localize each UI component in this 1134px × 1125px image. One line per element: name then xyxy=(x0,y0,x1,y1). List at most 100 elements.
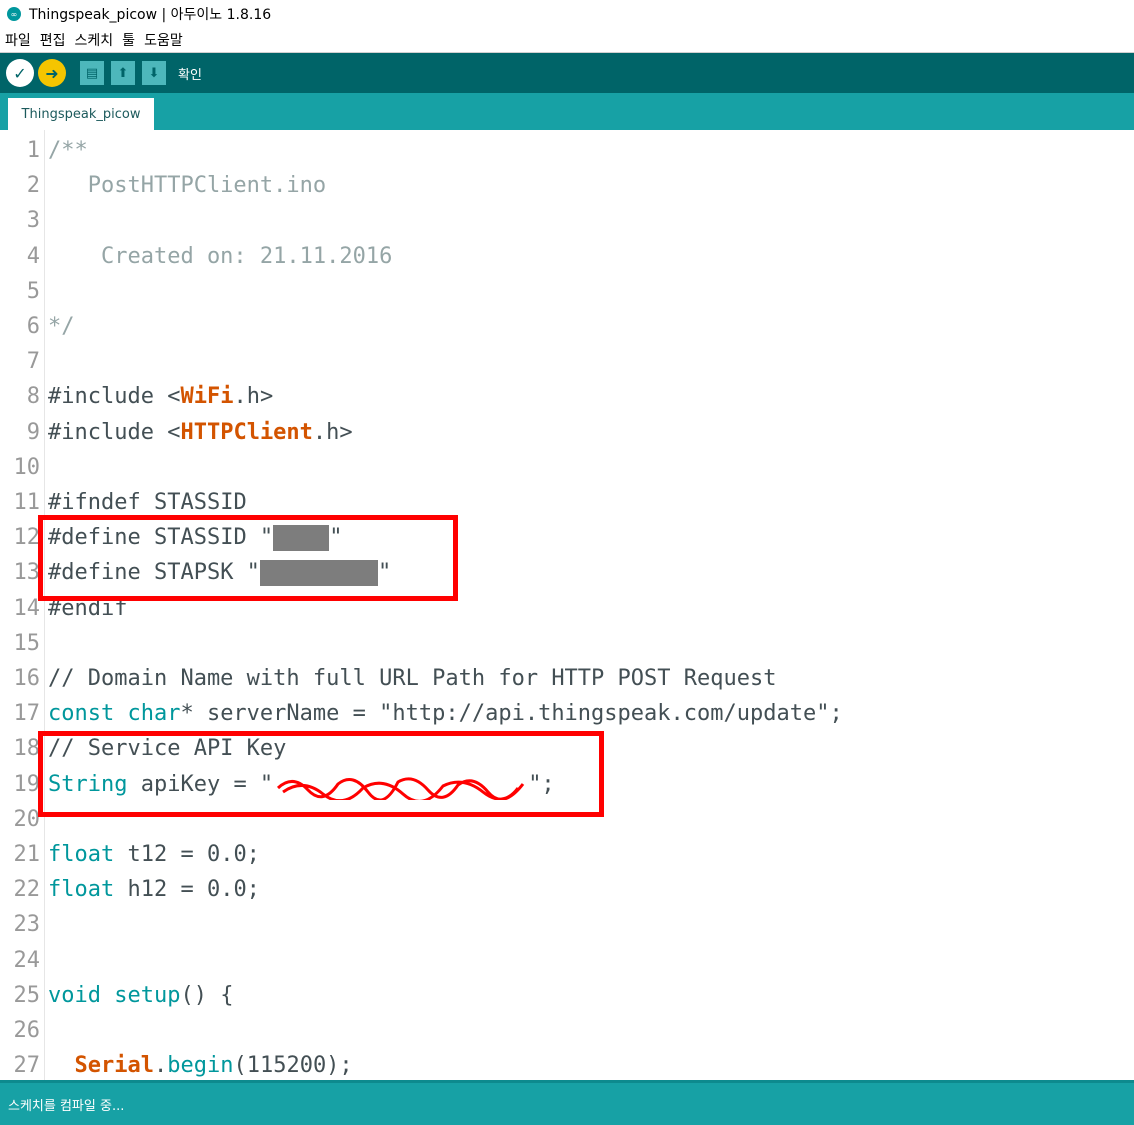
code-line: 26 xyxy=(0,1013,1134,1048)
line-number: 11 xyxy=(13,490,41,515)
menu-sketch[interactable]: 스케치 xyxy=(70,30,118,50)
line-number: 6 xyxy=(26,314,40,339)
code-line: 15 xyxy=(0,626,1134,661)
toolbar-status-label: 확인 xyxy=(178,67,202,83)
highlight-box-api-key xyxy=(38,731,604,817)
arduino-logo-icon: ∞ xyxy=(7,7,21,21)
code-line: 8 #include <WiFi.h> xyxy=(0,379,1134,414)
menu-file[interactable]: 파일 xyxy=(0,30,35,50)
line-number: 4 xyxy=(26,243,40,269)
code-line: 6 */ xyxy=(0,309,1134,344)
code-token: . xyxy=(153,1053,168,1079)
code-token: .h> xyxy=(233,384,274,410)
code-line: 22 float h12 = 0.0; xyxy=(0,872,1134,907)
code-token: */ xyxy=(48,314,75,339)
upload-button[interactable]: ➜ xyxy=(38,59,66,87)
code-token: begin xyxy=(167,1053,234,1079)
code-line: 24 xyxy=(0,943,1134,978)
arrow-down-icon: ⬇ xyxy=(148,65,160,81)
code-token: #ifndef xyxy=(48,490,154,515)
line-number: 26 xyxy=(13,1018,41,1043)
line-number: 1 xyxy=(26,138,40,163)
line-number: 17 xyxy=(13,701,41,727)
code-token: h12 = 0.0; xyxy=(114,877,260,903)
code-token: WiFi xyxy=(180,384,234,410)
line-number: 2 xyxy=(26,173,40,199)
menu-help[interactable]: 도움말 xyxy=(139,30,187,50)
code-token: HTTPClient xyxy=(180,419,313,445)
code-text: #include <HTTPClient.h> xyxy=(48,415,353,450)
code-token: < xyxy=(167,419,181,445)
line-number: 19 xyxy=(13,771,41,797)
window-title: Thingspeak_picow | 아두이노 1.8.16 xyxy=(29,7,272,23)
menu-tools[interactable]: 툴 xyxy=(117,30,139,50)
code-line: 4 Created on: 21.11.2016 xyxy=(0,239,1134,274)
code-token: Created on: 21.11.2016 xyxy=(48,243,393,269)
code-token: // Domain Name with full URL Path for HT… xyxy=(48,666,777,691)
line-number: 9 xyxy=(26,419,40,445)
line-number: 21 xyxy=(13,842,41,867)
code-token: float xyxy=(48,877,115,903)
checkmark-icon: ✓ xyxy=(13,63,27,83)
code-token: const char xyxy=(48,701,181,727)
open-button[interactable]: ⬆ xyxy=(111,61,135,85)
tab-bar: Thingspeak_picow xyxy=(0,93,1134,130)
title-bar: ∞ Thingspeak_picow | 아두이노 1.8.16 xyxy=(0,0,1134,28)
code-line: 17 const char* serverName = "http://api.t… xyxy=(0,696,1134,731)
code-line: 2 PostHTTPClient.ino xyxy=(0,168,1134,203)
code-text: float h12 = 0.0; xyxy=(48,872,260,907)
new-file-icon: ▤ xyxy=(85,65,99,81)
code-line: 3 xyxy=(0,203,1134,238)
code-token: /** xyxy=(48,138,88,163)
status-bar: 스케치를 컴파일 중... xyxy=(0,1080,1134,1125)
code-line: 21 float t12 = 0.0; xyxy=(0,837,1134,872)
code-token: float xyxy=(48,842,115,867)
line-number: 3 xyxy=(26,208,40,234)
code-text: const char* serverName = "http://api.thi… xyxy=(48,696,843,731)
new-button[interactable]: ▤ xyxy=(80,61,104,85)
arrow-up-icon: ⬆ xyxy=(117,65,129,81)
save-button[interactable]: ⬇ xyxy=(142,61,166,85)
verify-button[interactable]: ✓ xyxy=(6,59,34,87)
line-number: 5 xyxy=(26,278,40,304)
code-token: #include xyxy=(48,419,168,445)
status-message: 스케치를 컴파일 중... xyxy=(8,1098,125,1114)
code-token: .h> xyxy=(312,419,353,445)
code-token: (115200); xyxy=(233,1053,353,1079)
code-token: t12 = 0.0; xyxy=(114,842,260,867)
code-line: 27 Serial.begin(115200); xyxy=(0,1048,1134,1080)
code-line: 1 /** xyxy=(0,133,1134,168)
line-number: 7 xyxy=(26,349,40,375)
code-token: * serverName = "http://api.thingspeak.co… xyxy=(180,701,843,727)
code-line: 25 void setup() { xyxy=(0,978,1134,1013)
code-token: Serial xyxy=(74,1053,154,1079)
menu-edit[interactable]: 편집 xyxy=(35,30,70,50)
arrow-right-icon: ➜ xyxy=(45,63,59,83)
line-number: 22 xyxy=(13,877,41,903)
code-text: /** xyxy=(48,133,88,168)
code-text: Created on: 21.11.2016 xyxy=(48,239,392,274)
code-text: // Domain Name with full URL Path for HT… xyxy=(48,661,776,696)
code-token: PostHTTPClient.ino xyxy=(48,173,327,199)
line-number: 20 xyxy=(13,806,41,832)
line-number: 18 xyxy=(13,736,41,762)
code-text: */ xyxy=(48,309,75,344)
code-token: < xyxy=(167,384,181,410)
code-line: 23 xyxy=(0,907,1134,942)
line-number: 14 xyxy=(13,595,41,621)
line-number: 8 xyxy=(26,384,40,410)
code-token: STASSID xyxy=(153,490,247,515)
code-line: 7 xyxy=(0,344,1134,379)
line-number: 23 xyxy=(13,912,41,938)
code-text: #include <WiFi.h> xyxy=(48,379,273,414)
line-number: 24 xyxy=(13,947,41,973)
line-number: 15 xyxy=(13,630,41,656)
code-editor[interactable]: 1 /** 2 PostHTTPClient.ino 3 4 Created on: 2… xyxy=(0,130,1134,1080)
menu-bar: 파일 편집 스케치 툴 도움말 xyxy=(0,28,1134,53)
tab-sketch[interactable]: Thingspeak_picow xyxy=(8,98,154,130)
code-text: float t12 = 0.0; xyxy=(48,837,260,872)
line-number: 13 xyxy=(13,560,41,586)
line-number: 16 xyxy=(13,666,41,691)
